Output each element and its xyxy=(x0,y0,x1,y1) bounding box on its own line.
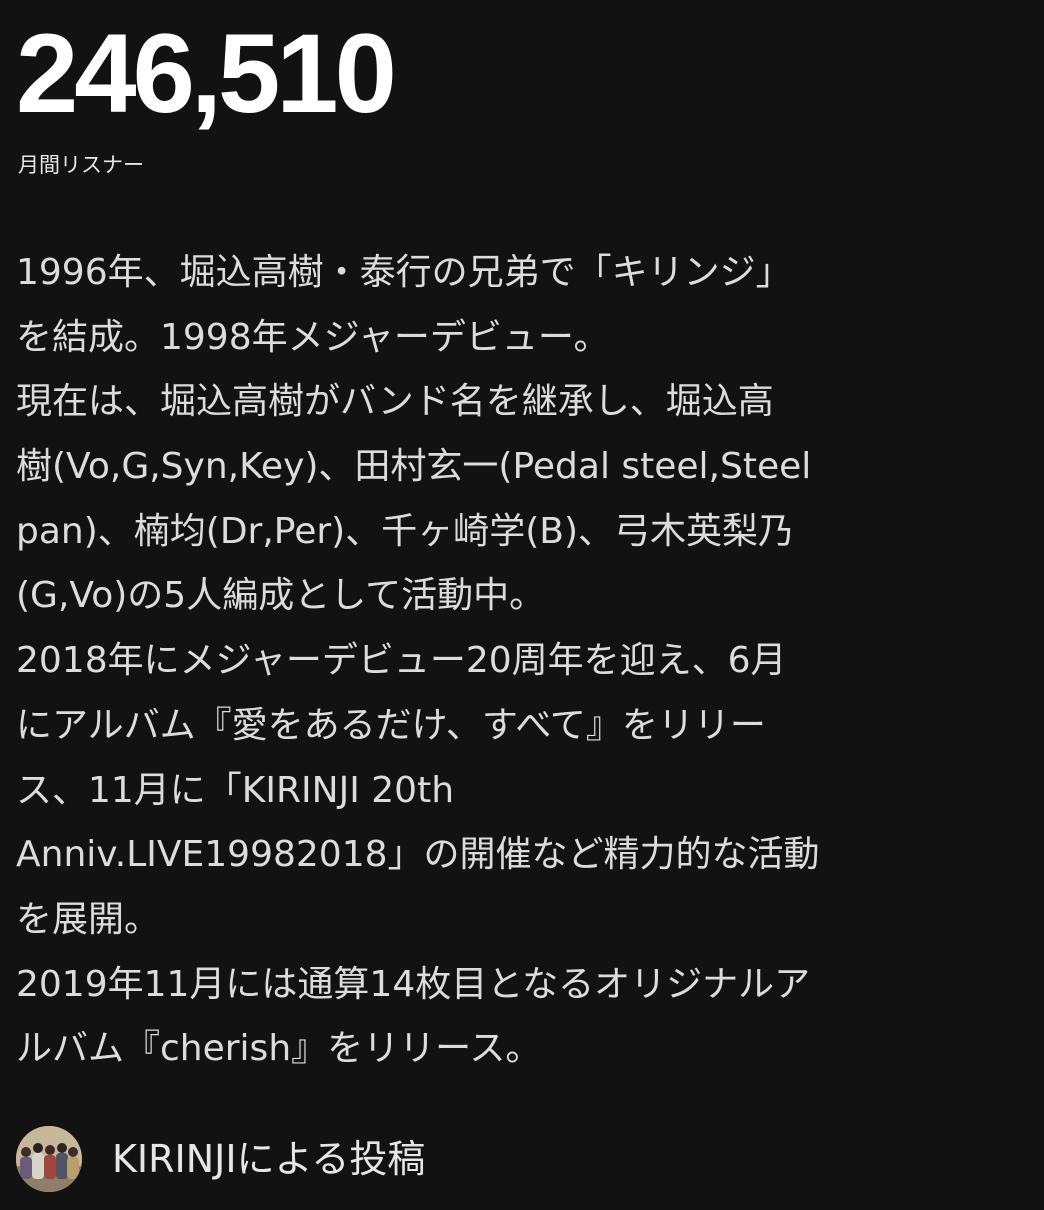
bio-line: ルバム『cherish』をリリース。 xyxy=(16,1028,542,1070)
monthly-listeners-count: 246,510 xyxy=(16,11,397,136)
bio-line: ス、11月に「KIRINJI 20th xyxy=(16,769,455,811)
bio-line: を結成。1998年メジャーデビュー。 xyxy=(16,316,610,358)
bio-line: 現在は、堀込高樹がバンド名を継承し、堀込高 xyxy=(16,381,774,423)
bio-line: pan)、楠均(Dr,Per)、千ヶ崎学(B)、弓木英梨乃 xyxy=(16,510,794,552)
bio-line: にアルバム『愛をあるだけ、すべて』をリリー xyxy=(16,704,766,746)
bio-line: 1996年、堀込高樹・泰行の兄弟で「キリンジ」 xyxy=(16,252,792,293)
bio-line: を展開。 xyxy=(16,898,161,940)
bio-line: 2018年にメジャーデビュー20周年を迎え、6月 xyxy=(16,640,787,682)
bio-line: (G,Vo)の5人編成として活動中。 xyxy=(16,575,546,617)
bio-line: 樹(Vo,G,Syn,Key)、田村玄一(Pedal steel,Steel xyxy=(16,446,812,488)
posted-by-link[interactable]: KIRINJIによる投稿 xyxy=(16,1126,425,1192)
monthly-listeners-label: 月間リスナー xyxy=(18,153,144,177)
artist-avatar[interactable] xyxy=(16,1126,82,1192)
group-photo-icon xyxy=(16,1126,82,1192)
posted-by-text[interactable]: KIRINJIによる投稿 xyxy=(112,1126,425,1192)
bio-line: Anniv.LIVE19982018」の開催など精力的な活動 xyxy=(16,834,820,876)
artist-biography: 1996年、堀込高樹・泰行の兄弟で「キリンジ」 を結成。1998年メジャーデビュ… xyxy=(16,241,1026,1082)
bio-line: 2019年11月には通算14枚目となるオリジナルア xyxy=(16,963,811,1005)
